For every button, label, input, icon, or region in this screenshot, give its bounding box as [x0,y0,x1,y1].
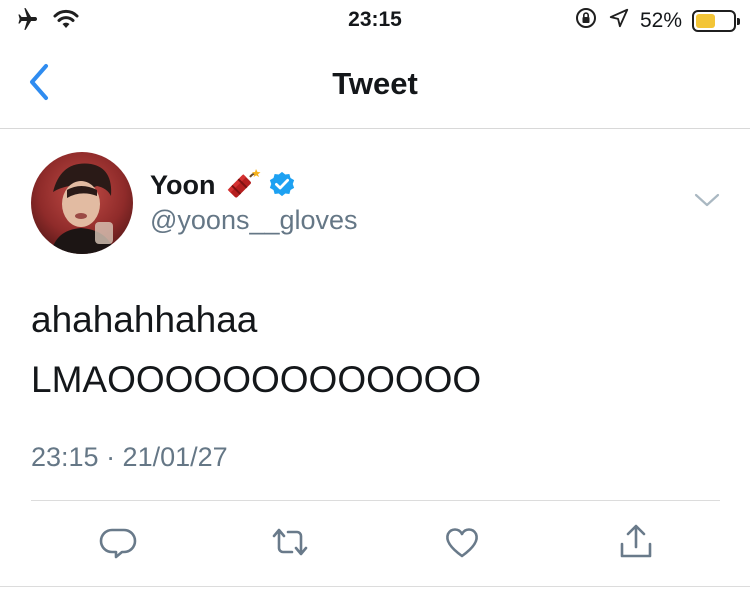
firecracker-icon [223,167,261,203]
author-name-text: Yoon [150,169,216,200]
avatar[interactable] [31,152,133,254]
orientation-lock-icon [574,6,598,35]
location-icon [608,7,630,34]
tweet-timestamp: 23:15 · 21/01/27 [31,442,228,472]
reply-icon [99,528,137,559]
share-icon [620,524,652,558]
nav-bar: Tweet [0,40,750,129]
status-bar: 23:15 52% [0,0,750,40]
battery-percent: 52% [639,8,682,32]
status-right: 52% [574,6,740,35]
author-name[interactable]: Yoon [150,167,297,203]
bottom-divider [0,586,750,587]
battery-icon [692,9,740,32]
battery-level [696,13,715,28]
chevron-down-icon [694,193,720,207]
share-button[interactable] [614,520,658,564]
author-handle[interactable]: @yoons__gloves [150,205,358,236]
like-button[interactable] [440,520,484,564]
tweet-options-button[interactable] [693,190,721,210]
reply-button[interactable] [96,520,140,564]
retweet-icon [272,528,308,556]
like-icon [446,528,478,558]
retweet-button[interactable] [268,520,312,564]
tweet-text: ahahahhahaa LMAOOOOOOOOOOOOO [31,290,481,410]
tweet-actions [0,520,750,568]
verified-badge-icon [267,170,297,200]
tweet-text-line: ahahahhahaa [31,299,258,340]
page-title: Tweet [332,66,418,101]
battery-nub [737,17,740,25]
divider [31,500,720,501]
tweet-text-line: LMAOOOOOOOOOOOOO [31,359,482,400]
